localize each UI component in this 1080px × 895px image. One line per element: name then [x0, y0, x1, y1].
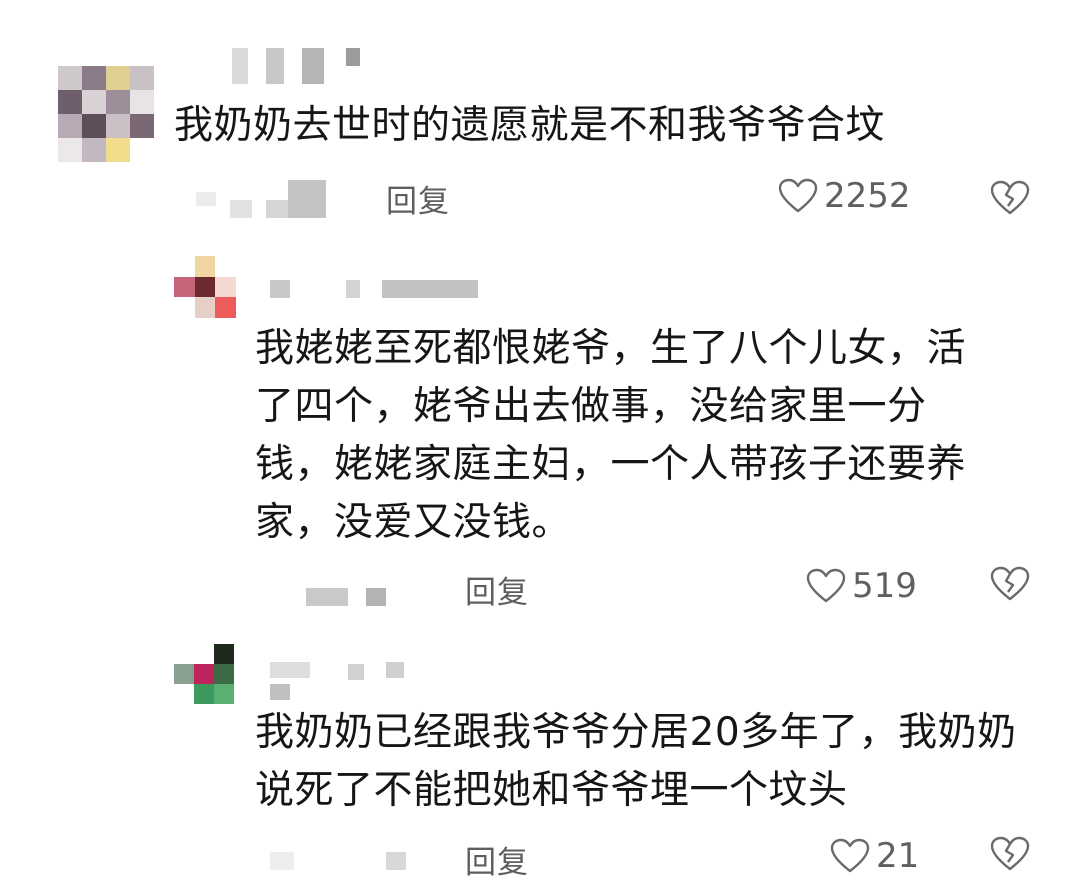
like-button[interactable]: 21: [830, 836, 919, 876]
like-count: 21: [876, 836, 920, 876]
timestamp-blurred: [270, 844, 430, 874]
timestamp-blurred: [306, 584, 396, 608]
comment-text: 我奶奶去世时的遗愿就是不和我爷爷合坟: [174, 103, 886, 148]
like-button[interactable]: 519: [806, 566, 917, 606]
comment-2: 我姥姥至死都恨姥爷，生了八个儿女，活了四个，姥爷出去做事，没给家里一分钱，姥姥家…: [0, 240, 1080, 640]
comment-3: 我奶奶已经跟我爷爷分居20多年了，我奶奶说死了不能把她和爷爷埋一个坟头 回复 2…: [0, 640, 1080, 895]
avatar[interactable]: [58, 66, 154, 162]
comment-1: 我奶奶去世时的遗愿就是不和我爷爷合坟 回复 2252: [0, 0, 1080, 240]
heart-outline-icon: [778, 178, 818, 214]
reply-button[interactable]: 回复: [386, 176, 450, 221]
dislike-button[interactable]: [990, 180, 1030, 216]
username-blurred[interactable]: [262, 276, 492, 302]
avatar[interactable]: [174, 644, 234, 704]
dislike-button[interactable]: [990, 566, 1030, 602]
reply-button[interactable]: 回复: [465, 567, 529, 612]
like-count: 519: [852, 566, 917, 606]
dislike-button[interactable]: [990, 836, 1030, 872]
broken-heart-icon: [990, 836, 1030, 872]
username-blurred[interactable]: [262, 660, 412, 704]
heart-outline-icon: [806, 568, 846, 604]
reply-button[interactable]: 回复: [465, 837, 529, 882]
like-button[interactable]: 2252: [778, 176, 911, 216]
heart-outline-icon: [830, 838, 870, 874]
broken-heart-icon: [990, 566, 1030, 602]
comment-text: 我姥姥至死都恨姥爷，生了八个儿女，活了四个，姥爷出去做事，没给家里一分钱，姥姥家…: [255, 326, 967, 545]
like-count: 2252: [824, 176, 911, 216]
broken-heart-icon: [990, 180, 1030, 216]
avatar[interactable]: [174, 256, 236, 318]
comment-text: 我奶奶已经跟我爷爷分居20多年了，我奶奶说死了不能把她和爷爷埋一个坟头: [255, 710, 1017, 813]
username-blurred[interactable]: [226, 44, 376, 88]
timestamp-blurred: [196, 178, 336, 220]
